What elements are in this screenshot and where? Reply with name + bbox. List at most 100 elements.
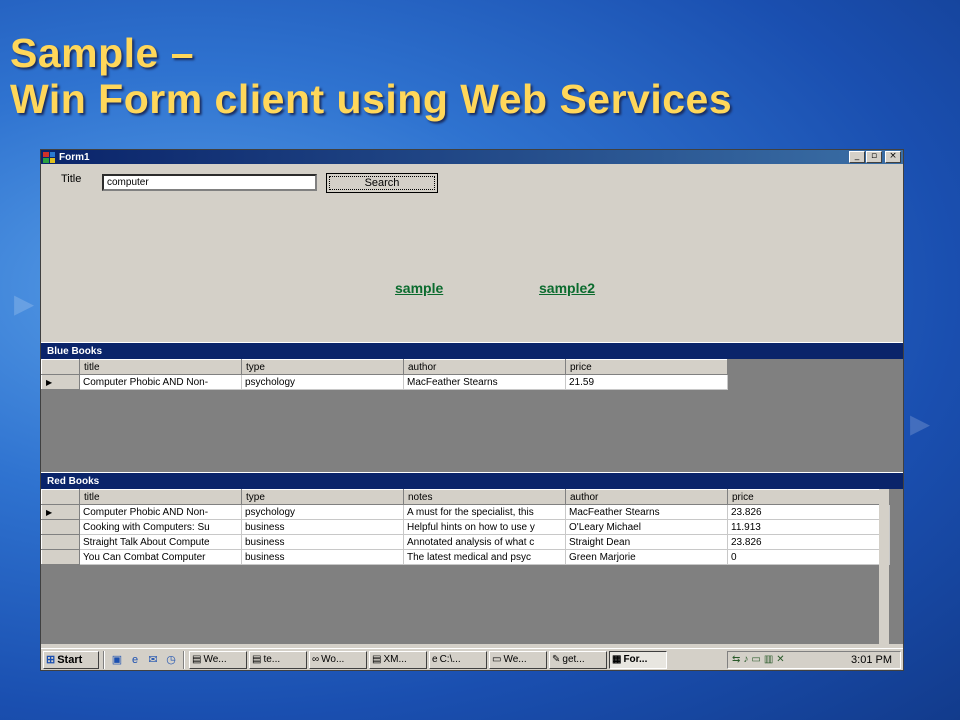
cell[interactable]: Computer Phobic AND Non- [79,504,242,520]
system-tray: ⇆ ♪ ▭ ▥ ✕ 3:01 PM [727,650,901,669]
red-books-grid: title type notes author price ▶ Computer… [41,489,903,644]
taskbar-item[interactable]: ▤ XM... [369,650,427,669]
clock-app-icon[interactable]: ◷ [163,652,179,668]
clock[interactable]: 3:01 PM [851,654,892,666]
document-icon: ∞ [312,654,320,665]
table-row[interactable]: ▶ Computer Phobic AND Non- psychology A … [41,504,890,520]
cell[interactable]: psychology [241,504,404,520]
show-desktop-icon[interactable]: ▣ [109,652,125,668]
search-button[interactable]: Search [326,173,438,193]
column-header[interactable]: author [403,359,566,375]
cell[interactable]: O'Leary Michael [565,519,728,535]
cell[interactable]: Computer Phobic AND Non- [79,374,242,390]
title-input[interactable] [102,174,317,191]
network-icon[interactable]: ⇆ [732,654,740,665]
app-icon [43,151,55,163]
table-row[interactable]: Cooking with Computers: Su business Help… [41,519,890,535]
cell[interactable]: MacFeather Stearns [565,504,728,520]
alert-icon[interactable]: ✕ [776,654,784,665]
taskbar-item[interactable]: ✎ get... [549,650,607,669]
slide-title-line1: Sample – [10,30,195,76]
table-row[interactable]: You Can Combat Computer business The lat… [41,549,890,565]
slide-title-line2: Win Form client using Web Services [10,76,733,122]
cell[interactable]: A must for the specialist, this [403,504,566,520]
row-selector-icon[interactable]: ▶ [41,374,80,390]
volume-icon[interactable]: ♪ [743,654,748,665]
taskbar-item-label: te... [263,654,281,665]
cell[interactable]: 11.913 [727,519,890,535]
taskbar-separator [103,650,105,669]
cell[interactable]: Straight Dean [565,534,728,550]
start-label: Start [57,653,83,666]
taskbar-item[interactable]: ▤ We... [189,650,247,669]
taskbar-item-active[interactable]: ▦ For... [609,650,667,669]
row-selector-icon[interactable]: ▶ [41,504,80,520]
cell[interactable]: Green Marjorie [565,549,728,565]
column-header[interactable]: price [727,489,890,505]
cell[interactable]: You Can Combat Computer [79,549,242,565]
window-titlebar[interactable]: Form1 _ ▫ × [41,150,903,164]
cell[interactable]: business [241,519,404,535]
vertical-scrollbar[interactable] [879,489,889,644]
maximize-button[interactable]: ▫ [866,151,882,163]
cell[interactable]: business [241,534,404,550]
taskbar-item-label: XM... [383,654,407,665]
document-icon: ▤ [252,654,262,665]
column-header[interactable]: price [565,359,728,375]
column-header[interactable]: type [241,359,404,375]
cell[interactable]: MacFeather Stearns [403,374,566,390]
taskbar-item[interactable]: ∞ Wo... [309,650,367,669]
start-button[interactable]: ⊞ Start [43,650,99,669]
row-selector[interactable] [41,534,80,550]
window-title: Form1 [59,151,90,163]
table-row[interactable]: Straight Talk About Compute business Ann… [41,534,890,550]
sample-link[interactable]: sample [395,280,443,296]
notepad-icon: ✎ [552,654,561,665]
slide-title: Sample – Win Form client using Web Servi… [10,30,950,122]
taskbar-item-label: get... [562,654,585,665]
column-header[interactable]: type [241,489,404,505]
column-header[interactable]: author [565,489,728,505]
search-area: Title Search sample sample2 [41,164,903,342]
column-header[interactable]: title [79,359,242,375]
cell[interactable]: business [241,549,404,565]
taskbar-item-label: For... [623,654,648,665]
arrow-decoration-icon: ▸ [910,401,931,445]
title-label: Title [61,173,82,185]
row-selector[interactable] [41,549,80,565]
app-icon: ▦ [612,654,622,665]
row-header-corner [41,359,80,375]
taskbar-item-label: We... [203,654,227,665]
taskbar-item[interactable]: ▭ We... [489,650,547,669]
cell[interactable]: 23.826 [727,534,890,550]
column-header[interactable]: title [79,489,242,505]
form1-window: Form1 _ ▫ × Title Search sample sample2 … [40,149,904,671]
cell[interactable]: psychology [241,374,404,390]
printer-icon[interactable]: ▥ [764,654,773,665]
internet-explorer-icon[interactable]: e [127,652,143,668]
taskbar-item[interactable]: ▤ te... [249,650,307,669]
cell[interactable]: The latest medical and psyc [403,549,566,565]
cell[interactable]: Cooking with Computers: Su [79,519,242,535]
monitor-icon[interactable]: ▭ [751,654,760,665]
cell[interactable]: Helpful hints on how to use y [403,519,566,535]
column-header[interactable]: notes [403,489,566,505]
cell[interactable]: Annotated analysis of what c [403,534,566,550]
taskbar-item-label: C:\... [439,654,461,665]
table-row[interactable]: ▶ Computer Phobic AND Non- psychology Ma… [41,374,728,390]
outlook-icon[interactable]: ✉ [145,652,161,668]
sample2-link[interactable]: sample2 [539,280,595,296]
taskbar-item[interactable]: e C:\... [429,650,487,669]
blue-books-grid: title type author price ▶ Computer Phobi… [41,359,903,472]
cell[interactable]: 0 [727,549,890,565]
windows-logo-icon: ⊞ [46,654,56,666]
document-icon: ▤ [192,654,202,665]
cell[interactable]: 21.59 [565,374,728,390]
close-button[interactable]: × [885,151,901,163]
blue-books-header: Blue Books [41,342,903,359]
cell[interactable]: 23.826 [727,504,890,520]
row-selector[interactable] [41,519,80,535]
cell[interactable]: Straight Talk About Compute [79,534,242,550]
taskbar: ⊞ Start ▣ e ✉ ◷ ▤ We... ▤ te... ∞ Wo... ▤ XM… [41,648,903,670]
minimize-button[interactable]: _ [849,151,865,163]
